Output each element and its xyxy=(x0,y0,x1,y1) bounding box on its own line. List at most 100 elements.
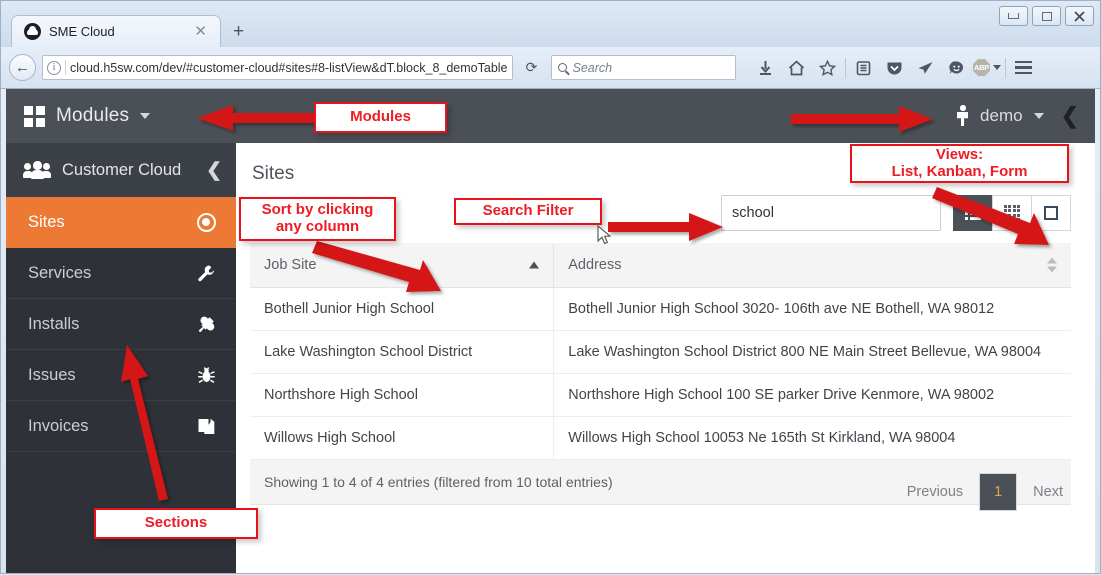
downloads-icon[interactable] xyxy=(750,53,781,83)
cell-address: Bothell Junior High School 3020- 106th a… xyxy=(554,288,1071,331)
sites-table: Job Site Address Both xyxy=(250,243,1071,460)
person-icon xyxy=(956,105,969,127)
browser-navbar: ← i cloud.h5sw.com/dev/#customer-cloud#s… xyxy=(1,47,1100,89)
cell-job-site: Lake Washington School District xyxy=(250,331,554,374)
toolbar-divider-2 xyxy=(1005,58,1006,78)
column-header-job-site[interactable]: Job Site xyxy=(250,243,554,288)
browser-toolbar-icons: ABP xyxy=(750,53,1039,83)
pagination-previous[interactable]: Previous xyxy=(899,484,971,500)
search-icon xyxy=(558,63,567,72)
callout-sort: Sort by clicking any column xyxy=(239,197,396,241)
panel-collapse-icon[interactable]: ❮ xyxy=(1061,103,1079,129)
bookmark-star-icon[interactable] xyxy=(812,53,843,83)
table-row[interactable]: Bothell Junior High School Bothell Junio… xyxy=(250,288,1071,331)
sites-table-panel: Job Site Address Both xyxy=(250,243,1071,505)
menu-hamburger-icon[interactable] xyxy=(1008,53,1039,83)
cell-job-site: Willows High School xyxy=(250,417,554,460)
browser-titlebar: SME Cloud ✕ + xyxy=(1,1,1100,47)
callout-text: Modules xyxy=(350,109,411,126)
browser-tab-sme-cloud[interactable]: SME Cloud ✕ xyxy=(11,15,221,47)
new-tab-button[interactable]: + xyxy=(221,21,256,47)
pocket-icon[interactable] xyxy=(879,53,910,83)
grid-icon xyxy=(1004,205,1021,222)
list-icon xyxy=(965,207,981,220)
pagination-next[interactable]: Next xyxy=(1025,484,1071,500)
column-header-address[interactable]: Address xyxy=(554,243,1071,288)
form-view-button[interactable] xyxy=(1031,195,1071,231)
sidebar-item-sites[interactable]: Sites xyxy=(6,197,236,248)
table-row[interactable]: Lake Washington School District Lake Was… xyxy=(250,331,1071,374)
table-row[interactable]: Northshore High School Northshore High S… xyxy=(250,374,1071,417)
pagination: Previous 1 Next xyxy=(250,473,1071,511)
adblock-plus-icon[interactable]: ABP xyxy=(972,53,1003,83)
wrench-icon xyxy=(194,264,218,283)
table-head: Job Site Address xyxy=(250,243,1071,288)
column-label: Job Site xyxy=(264,257,316,273)
sidebar-item-label: Sites xyxy=(28,213,194,232)
browser-search-input[interactable]: Search xyxy=(551,55,736,80)
chevron-down-icon xyxy=(1034,113,1044,119)
callout-views: Views: List, Kanban, Form xyxy=(850,144,1069,183)
url-text: cloud.h5sw.com/dev/#customer-cloud#sites… xyxy=(70,61,508,75)
search-filter-input[interactable]: school xyxy=(721,195,941,231)
sidebar-collapse-icon[interactable]: ❮ xyxy=(206,159,222,182)
sidebar-title: Customer Cloud xyxy=(62,161,194,180)
sort-ascending-icon xyxy=(529,262,539,269)
cell-address: Lake Washington School District 800 NE M… xyxy=(554,331,1071,374)
cell-job-site: Bothell Junior High School xyxy=(250,288,554,331)
home-icon[interactable] xyxy=(781,53,812,83)
plug-icon xyxy=(194,315,218,334)
sidebar-item-installs[interactable]: Installs xyxy=(6,299,236,350)
target-icon xyxy=(194,213,218,232)
tab-strip: SME Cloud ✕ + xyxy=(11,13,256,47)
close-icon[interactable]: ✕ xyxy=(191,24,210,39)
toolbar-divider xyxy=(845,58,846,78)
sidebar-item-label: Invoices xyxy=(28,417,194,436)
sort-none-icon xyxy=(1047,258,1057,273)
close-window-button[interactable] xyxy=(1065,6,1094,26)
tab-title: SME Cloud xyxy=(49,24,183,39)
sidebar-item-label: Services xyxy=(28,264,194,283)
cloud-favicon-icon xyxy=(24,23,41,40)
sidebar-item-services[interactable]: Services xyxy=(6,248,236,299)
list-view-button[interactable] xyxy=(953,195,993,231)
users-group-icon xyxy=(24,161,50,179)
sidebar-item-invoices[interactable]: Invoices xyxy=(6,401,236,452)
callout-sections: Sections xyxy=(94,508,258,539)
sidebar-item-label: Issues xyxy=(28,366,194,385)
sidebar-header[interactable]: Customer Cloud ❮ xyxy=(6,143,236,197)
maximize-button[interactable] xyxy=(1032,6,1061,26)
modules-menu-button[interactable]: Modules xyxy=(24,105,150,127)
site-info-icon[interactable]: i xyxy=(47,61,61,75)
url-divider xyxy=(65,60,66,75)
callout-text-line2: List, Kanban, Form xyxy=(892,164,1028,181)
callout-text-line1: Views: xyxy=(936,147,983,164)
app-topbar: Modules demo ❮ xyxy=(6,89,1095,143)
sidebar-item-issues[interactable]: Issues xyxy=(6,350,236,401)
callout-modules: Modules xyxy=(314,102,447,133)
reload-icon[interactable]: ⟳ xyxy=(519,59,545,76)
user-menu[interactable]: demo ❮ xyxy=(956,103,1079,129)
reading-list-icon[interactable] xyxy=(848,53,879,83)
table-body: Bothell Junior High School Bothell Junio… xyxy=(250,288,1071,460)
feedback-smiley-icon[interactable] xyxy=(941,53,972,83)
kanban-view-button[interactable] xyxy=(992,195,1032,231)
chevron-down-icon xyxy=(140,113,150,119)
cell-job-site: Northshore High School xyxy=(250,374,554,417)
callout-text: Sections xyxy=(145,515,208,532)
back-button[interactable]: ← xyxy=(9,54,36,81)
table-header-row: Job Site Address xyxy=(250,243,1071,288)
send-icon[interactable] xyxy=(910,53,941,83)
minimize-button[interactable] xyxy=(999,6,1028,26)
chevron-down-icon[interactable] xyxy=(993,65,1001,70)
table-row[interactable]: Willows High School Willows High School … xyxy=(250,417,1071,460)
callout-text-line2: any column xyxy=(276,219,359,236)
url-bar[interactable]: i cloud.h5sw.com/dev/#customer-cloud#sit… xyxy=(42,55,513,80)
sidebar-item-label: Installs xyxy=(28,315,194,334)
callout-text-line1: Sort by clicking xyxy=(262,202,374,219)
callout-text: Search Filter xyxy=(483,203,574,220)
cell-address: Northshore High School 100 SE parker Dri… xyxy=(554,374,1071,417)
callout-search-filter: Search Filter xyxy=(454,198,602,225)
view-switcher xyxy=(954,195,1071,231)
pagination-page-1[interactable]: 1 xyxy=(979,473,1017,511)
